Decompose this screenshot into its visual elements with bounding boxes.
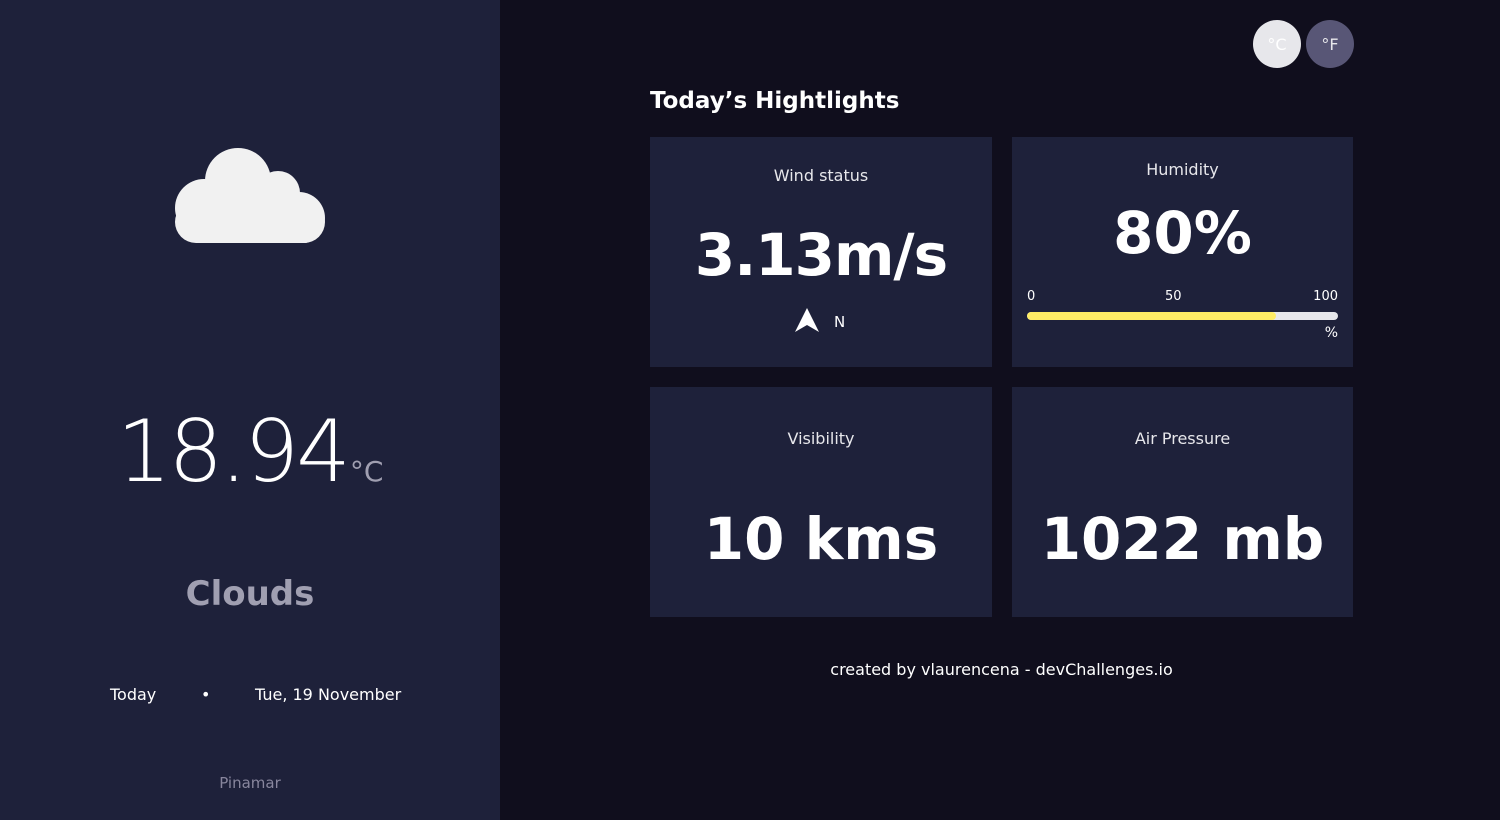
humidity-scale: 0 50 100 [1027, 289, 1338, 307]
visibility-card: Visibility 10 kms [650, 387, 992, 617]
sidebar: 18.94°C Clouds Today • Tue, 19 November … [0, 0, 500, 820]
air-pressure-card: Air Pressure 1022 mb [1012, 387, 1353, 617]
visibility-value: 10 kms [703, 505, 939, 573]
wind-direction-label: N [834, 313, 846, 331]
humidity-progress-fill [1027, 312, 1276, 320]
date-today-label: Today [110, 685, 157, 704]
navigation-arrow-icon [794, 307, 820, 337]
scale-max-label: 100 [1313, 289, 1338, 304]
fahrenheit-button[interactable]: °F [1306, 20, 1354, 68]
date-full: Tue, 19 November [255, 685, 402, 704]
highlights-title: Today’s Hightlights [650, 88, 900, 114]
location-label: Pinamar [219, 774, 281, 792]
cloud-icon [174, 146, 327, 243]
scale-mid-label: 50 [1165, 289, 1182, 304]
weather-app: 18.94°C Clouds Today • Tue, 19 November … [0, 0, 1500, 820]
weather-condition: Clouds [185, 574, 315, 614]
humidity-unit-label: % [1324, 325, 1338, 341]
wind-direction: N [794, 307, 846, 337]
celsius-button[interactable]: °C [1253, 20, 1301, 68]
visibility-title: Visibility [787, 429, 855, 448]
temperature-unit: °C [349, 455, 384, 488]
humidity-progress-bar [1027, 312, 1338, 320]
date-row: Today • Tue, 19 November [0, 685, 500, 709]
humidity-value: 80% [1113, 199, 1252, 267]
footer-credit: created by vlaurencena - devChallenges.i… [830, 660, 1173, 679]
humidity-card: Humidity 80% 0 50 100 % [1012, 137, 1353, 367]
humidity-title: Humidity [1146, 160, 1219, 179]
wind-status-title: Wind status [773, 166, 869, 185]
current-temperature: 18.94°C [0, 402, 500, 502]
air-pressure-title: Air Pressure [1134, 429, 1231, 448]
date-separator: • [201, 685, 211, 704]
air-pressure-value: 1022 mb [1040, 505, 1325, 573]
wind-speed-value: 3.13m/s [694, 221, 948, 289]
wind-status-card: Wind status 3.13m/s N [650, 137, 992, 367]
temperature-value: 18.94 [116, 402, 351, 502]
scale-min-label: 0 [1027, 289, 1036, 304]
